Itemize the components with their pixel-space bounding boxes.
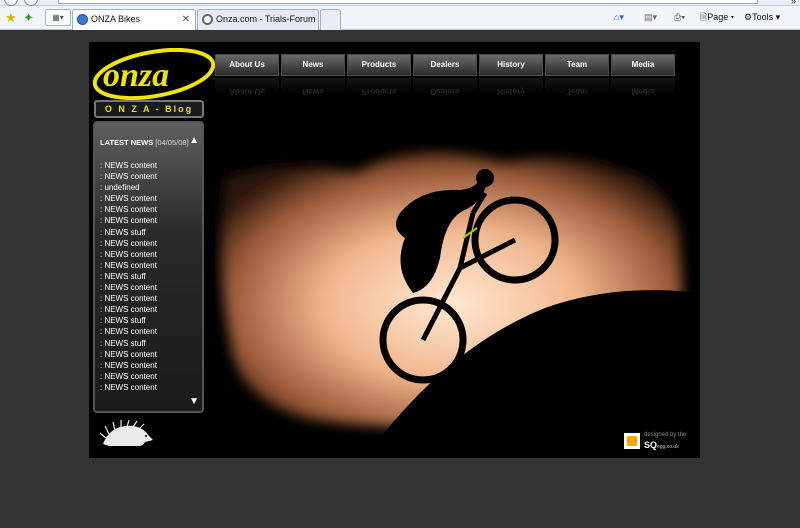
nav-dealers[interactable]: Dealers [413, 54, 477, 76]
scroll-down-arrow-icon[interactable]: ▼ [189, 396, 199, 407]
favorites-star-icon[interactable]: ★ [5, 11, 17, 24]
credit-brand: SQegg.co.uk [644, 440, 679, 450]
tools-menu[interactable]: ⚙Tools ▾ [744, 11, 780, 24]
news-item[interactable]: : NEWS content [100, 371, 157, 382]
add-favorite-icon[interactable]: ✦ [23, 11, 34, 24]
tab-title: Onza.com - Trials-Forum [216, 14, 316, 24]
page-menu[interactable]: 🗎Page ▾ [700, 11, 734, 24]
new-tab-button[interactable] [320, 9, 341, 30]
hero-photo-rider-silhouette [215, 118, 700, 458]
news-item[interactable]: : NEWS content [100, 215, 157, 226]
news-item[interactable]: : NEWS content [100, 304, 157, 315]
scroll-up-arrow-icon[interactable]: ▲ [189, 135, 199, 146]
news-item[interactable]: : undefined [100, 182, 157, 193]
news-heading: LATEST NEWS [04/05/08] [100, 138, 189, 147]
site-container: onza About Us News Products Dealers Hist… [89, 42, 700, 458]
logo-text: onza [103, 57, 169, 94]
news-item[interactable]: : NEWS content [100, 282, 157, 293]
news-item[interactable]: : NEWS stuff [100, 227, 157, 238]
news-list: : NEWS content: NEWS content: undefined:… [100, 160, 157, 393]
credit-domain: .co.uk [665, 444, 679, 450]
designer-credit-badge[interactable]: designed by the SQegg.co.uk [622, 431, 700, 455]
close-tab-icon[interactable]: ✕ [182, 10, 190, 29]
loading-icon [202, 14, 213, 25]
nav-reflection: About Us [215, 78, 279, 96]
tab-title: ONZA Bikes [91, 14, 141, 24]
latest-news-panel: LATEST NEWS [04/05/08] ▲ : NEWS content:… [93, 121, 204, 413]
nav-reflection: Dealers [413, 78, 477, 96]
news-date: [04/05/08] [155, 138, 189, 147]
page-menu-label: Page [707, 12, 729, 22]
home-icon[interactable]: ⌂▾ [614, 11, 624, 24]
address-bar[interactable] [58, 0, 758, 4]
nav-reflection: Products [347, 78, 411, 96]
nav-reflection: Media [611, 78, 675, 96]
nav-about-us[interactable]: About Us [215, 54, 279, 76]
news-heading-label: LATEST NEWS [100, 138, 154, 147]
news-item[interactable]: : NEWS content [100, 382, 157, 393]
tab-onza-bikes[interactable]: ONZA Bikes ✕ [72, 9, 196, 30]
nav-news[interactable]: News [281, 54, 345, 76]
news-item[interactable]: : NEWS content [100, 160, 157, 171]
blog-button[interactable]: O N Z A - Blog [94, 100, 204, 118]
nav-history[interactable]: History [479, 54, 543, 76]
nav-team[interactable]: Team [545, 54, 609, 76]
hedgehog-icon [99, 420, 153, 446]
print-icon[interactable]: ⎙▾ [674, 11, 685, 24]
news-item[interactable]: : NEWS content [100, 360, 157, 371]
news-item[interactable]: : NEWS stuff [100, 338, 157, 349]
news-item[interactable]: : NEWS content [100, 326, 157, 337]
nav-media[interactable]: Media [611, 54, 675, 76]
tab-trials-forum[interactable]: Onza.com - Trials-Forum [197, 9, 319, 30]
news-item[interactable]: : NEWS content [100, 193, 157, 204]
nav-reflection: History [479, 78, 543, 96]
tab-bar: ★ ✦ ▦▾ ONZA Bikes ✕ Onza.com - Trials-Fo… [0, 6, 800, 30]
credit-brand-sq: SQ [644, 440, 658, 450]
news-item[interactable]: : NEWS content [100, 349, 157, 360]
news-item[interactable]: : NEWS content [100, 249, 157, 260]
quick-tabs-button[interactable]: ▦▾ [45, 9, 71, 26]
onza-logo[interactable]: onza [91, 48, 221, 100]
nav-reflection: News [281, 78, 345, 96]
news-item[interactable]: : NEWS content [100, 204, 157, 215]
sqegg-logo-icon [624, 433, 640, 449]
news-item[interactable]: : NEWS content [100, 293, 157, 304]
tools-menu-label: Tools [752, 12, 774, 22]
feeds-icon[interactable]: ▤▾ [644, 11, 657, 24]
news-item[interactable]: : NEWS content [100, 238, 157, 249]
ie-page-icon [77, 14, 88, 25]
news-item[interactable]: : NEWS stuff [100, 315, 157, 326]
news-item[interactable]: : NEWS content [100, 260, 157, 271]
main-nav: About Us News Products Dealers History T… [215, 54, 677, 114]
nav-reflection: Team [545, 78, 609, 96]
credit-line: designed by the [644, 432, 687, 438]
news-item[interactable]: : NEWS stuff [100, 271, 157, 282]
nav-products[interactable]: Products [347, 54, 411, 76]
news-item[interactable]: : NEWS content [100, 171, 157, 182]
